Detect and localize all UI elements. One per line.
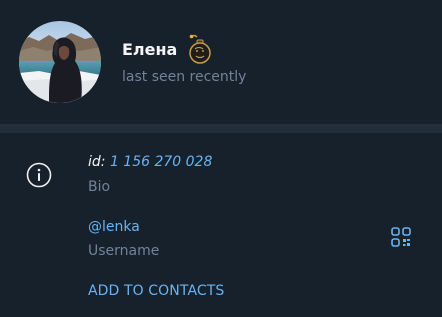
user-id-prefix: id: — [88, 154, 106, 170]
profile-header: Елена last seen recently — [0, 0, 442, 124]
username-label: Username — [88, 243, 160, 259]
info-section: id: 1 156 270 028 Bio @lenka Username AD… — [0, 133, 442, 317]
last-seen-status: last seen recently — [122, 69, 247, 85]
qr-code-icon[interactable] — [391, 227, 411, 247]
section-divider — [0, 124, 442, 133]
user-id-value[interactable]: 1 156 270 028 — [110, 154, 212, 170]
info-icon — [26, 162, 52, 188]
profile-name: Елена — [122, 40, 178, 59]
bomb-emoji-icon — [187, 33, 213, 65]
bio-label: Bio — [88, 179, 111, 195]
avatar-photo — [19, 21, 101, 103]
add-to-contacts-button[interactable]: ADD TO CONTACTS — [88, 282, 224, 300]
user-id-line[interactable]: id: 1 156 270 028 — [88, 153, 212, 171]
username-value[interactable]: @lenka — [88, 218, 140, 236]
avatar[interactable] — [19, 21, 101, 103]
